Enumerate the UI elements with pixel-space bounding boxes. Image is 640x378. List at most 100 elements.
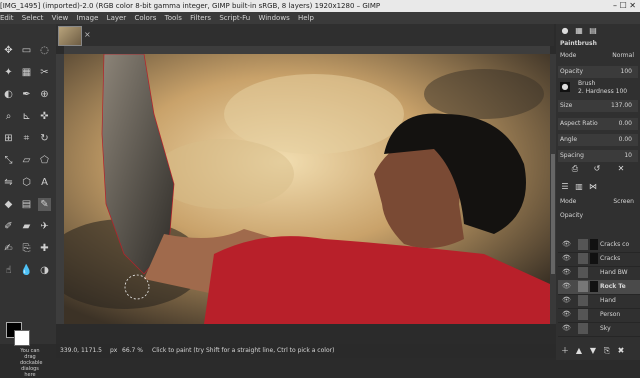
mode-select[interactable]: Normal: [612, 52, 634, 60]
layer-row[interactable]: 👁 Person: [558, 308, 640, 323]
raise-layer-icon[interactable]: ▲: [574, 346, 584, 356]
image-tab-thumbnail[interactable]: [58, 26, 82, 46]
layer-row[interactable]: 👁 Hand BW: [558, 266, 640, 281]
spacing-slider[interactable]: Spacing 10: [558, 150, 638, 162]
foreground-select-icon[interactable]: ◐: [2, 88, 15, 101]
visibility-eye-icon[interactable]: 👁: [562, 296, 571, 304]
menu-view[interactable]: View: [52, 14, 69, 22]
image-tab-close-icon[interactable]: ×: [84, 30, 91, 39]
menu-colors[interactable]: Colors: [134, 14, 156, 22]
image-tab-strip: [56, 24, 554, 46]
zoom-select[interactable]: 66.7 %: [122, 344, 143, 358]
layer-thumbnail: [578, 323, 588, 334]
unit-select[interactable]: px: [110, 344, 117, 358]
restore-options-icon[interactable]: ↺: [592, 164, 602, 174]
rotate-icon[interactable]: ↻: [38, 132, 51, 145]
pencil-icon[interactable]: ✐: [2, 220, 15, 233]
scissors-icon[interactable]: ✂: [38, 66, 51, 79]
right-dock: ● ▦ ▤ Paintbrush Mode Normal Opacity 100…: [556, 24, 640, 360]
aspect-ratio-slider[interactable]: Aspect Ratio 0.00: [558, 118, 638, 130]
menu-layer[interactable]: Layer: [107, 14, 127, 22]
window-controls[interactable]: – ☐ ✕: [613, 0, 636, 12]
menu-script-fu[interactable]: Script-Fu: [219, 14, 250, 22]
menu-select[interactable]: Select: [22, 14, 44, 22]
lower-layer-icon[interactable]: ▼: [588, 346, 598, 356]
cage-icon[interactable]: ⬡: [20, 176, 33, 189]
clone-icon[interactable]: ⎘: [20, 242, 33, 255]
visibility-eye-icon[interactable]: 👁: [562, 282, 571, 290]
move-tool-icon[interactable]: ✥: [2, 44, 15, 57]
move-icon[interactable]: ✜: [38, 110, 51, 123]
measure-icon[interactable]: ⊾: [20, 110, 33, 123]
menu-edit[interactable]: Edit: [0, 14, 14, 22]
blur-icon[interactable]: 💧: [20, 264, 33, 277]
layer-thumbnail: [578, 281, 588, 292]
visibility-eye-icon[interactable]: 👁: [562, 254, 571, 262]
layer-row[interactable]: 👁 Sky: [558, 322, 640, 337]
paths-icon[interactable]: ✒: [20, 88, 33, 101]
airbrush-icon[interactable]: ✈: [38, 220, 51, 233]
bucket-fill-icon[interactable]: ◆: [2, 198, 15, 211]
crop-icon[interactable]: ⌗: [20, 132, 33, 145]
canvas-artwork: [64, 54, 550, 324]
color-picker-icon[interactable]: ⊕: [38, 88, 51, 101]
gradient-preview-icon[interactable]: ▤: [588, 26, 598, 36]
layers-tab-icon[interactable]: ☰: [560, 182, 570, 192]
select-by-color-icon[interactable]: ▦: [20, 66, 33, 79]
visibility-eye-icon[interactable]: 👁: [562, 268, 571, 276]
zoom-icon[interactable]: ⌕: [2, 110, 15, 123]
pattern-icon[interactable]: ▦: [574, 26, 584, 36]
size-slider[interactable]: Size 137.00: [558, 100, 638, 112]
menu-help[interactable]: Help: [298, 14, 314, 22]
new-layer-icon[interactable]: ＋: [560, 346, 570, 356]
brush-preview-icon[interactable]: ●: [560, 26, 570, 36]
visibility-eye-icon[interactable]: 👁: [562, 324, 571, 332]
mode-label: Mode: [560, 52, 577, 59]
layer-mask-thumbnail: [590, 281, 598, 292]
opacity-slider[interactable]: Opacity 100: [558, 66, 638, 78]
eraser-icon[interactable]: ▰: [20, 220, 33, 233]
heal-icon[interactable]: ✚: [38, 242, 51, 255]
delete-layer-icon[interactable]: ✖: [616, 346, 626, 356]
opacity-value: 100: [620, 68, 632, 75]
perspective-icon[interactable]: ⬠: [38, 154, 51, 167]
menu-windows[interactable]: Windows: [258, 14, 289, 22]
visibility-eye-icon[interactable]: 👁: [562, 240, 571, 248]
dock-hint-text: You can drag dockable dialogs here: [20, 348, 43, 378]
layer-opacity-label: Opacity: [560, 212, 584, 219]
background-color-swatch[interactable]: [14, 330, 30, 346]
lasso-icon[interactable]: ◌: [38, 44, 51, 57]
brush-thumb-icon[interactable]: ●: [560, 82, 570, 92]
text-tool-icon[interactable]: A: [38, 176, 51, 189]
visibility-eye-icon[interactable]: 👁: [562, 310, 571, 318]
layer-row[interactable]: 👁 Hand: [558, 294, 640, 309]
angle-slider[interactable]: Angle 0.00: [558, 134, 638, 146]
menu-tools[interactable]: Tools: [165, 14, 182, 22]
layer-row[interactable]: 👁 Cracks co: [558, 238, 640, 253]
rect-select-icon[interactable]: ▭: [20, 44, 33, 57]
channels-tab-icon[interactable]: ▥: [574, 182, 584, 192]
save-options-icon[interactable]: ⎙: [570, 164, 580, 174]
layer-mode-select[interactable]: Screen: [613, 198, 634, 206]
layer-row-selected[interactable]: 👁 Rock Te: [558, 280, 640, 295]
ink-icon[interactable]: ✍: [2, 242, 15, 255]
menu-filters[interactable]: Filters: [190, 14, 211, 22]
dodge-burn-icon[interactable]: ◑: [38, 264, 51, 277]
align-icon[interactable]: ⊞: [2, 132, 15, 145]
paintbrush-icon[interactable]: ✎: [38, 198, 51, 211]
duplicate-layer-icon[interactable]: ⎘: [602, 346, 612, 356]
gradient-icon[interactable]: ▤: [20, 198, 33, 211]
layer-row[interactable]: 👁 Cracks: [558, 252, 640, 267]
fuzzy-select-icon[interactable]: ✦: [2, 66, 15, 79]
scrollbar-thumb[interactable]: [551, 154, 555, 274]
menu-image[interactable]: Image: [77, 14, 99, 22]
image-canvas[interactable]: [64, 54, 550, 324]
brush-name[interactable]: 2. Hardness 100: [578, 88, 627, 96]
paths-tab-icon[interactable]: ⋈: [588, 182, 598, 192]
size-value: 137.00: [611, 102, 632, 109]
smudge-icon[interactable]: ☝: [2, 264, 15, 277]
shear-icon[interactable]: ▱: [20, 154, 33, 167]
scale-icon[interactable]: ⤡: [2, 154, 15, 167]
flip-icon[interactable]: ⇋: [2, 176, 15, 189]
reset-options-icon[interactable]: ✕: [616, 164, 626, 174]
